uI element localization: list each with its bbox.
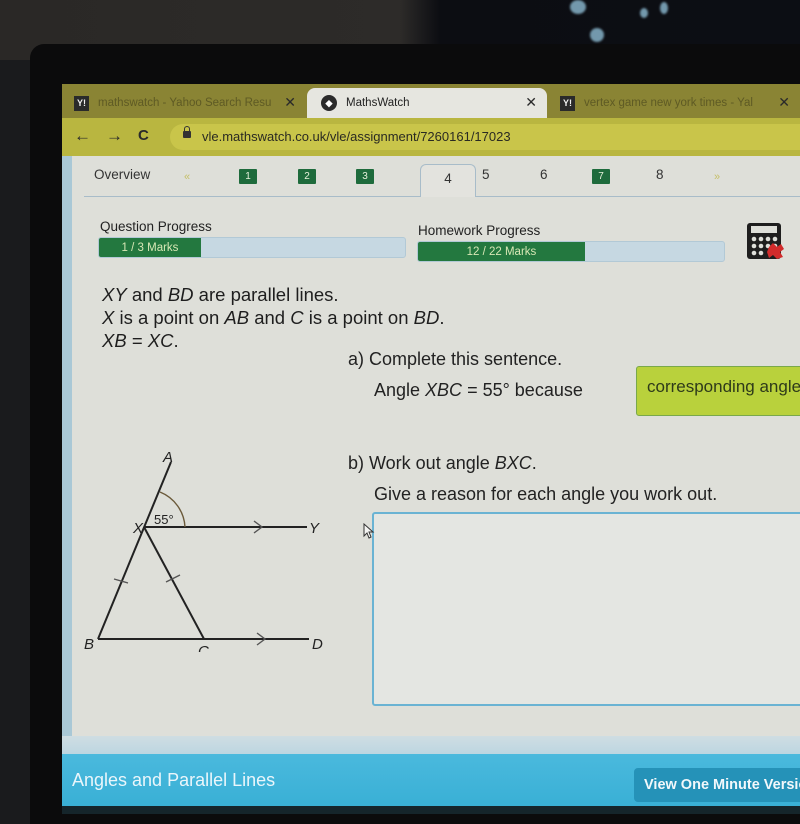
video-footer-bar: Angles and Parallel Lines View One Minut… [62, 754, 800, 814]
background-light [590, 28, 604, 42]
label-d: D [312, 636, 323, 652]
label-c: C [198, 643, 209, 652]
browser-window: Y! mathswatch - Yahoo Search Resu ✕ ◆ Ma… [62, 84, 800, 814]
back-arrow-icon[interactable]: ← [74, 126, 91, 146]
tab-title: vertex game new york times - Yal [584, 97, 753, 109]
label-b: B [84, 636, 94, 652]
address-bar[interactable]: vle.mathswatch.co.uk/vle/assignment/7260… [170, 124, 800, 150]
angle-label: 55° [154, 512, 174, 527]
question-tab-8[interactable]: 8 [656, 167, 664, 182]
browser-tab-yahoo-vertex[interactable]: Y! vertex game new york times - Yal ✕ [560, 88, 800, 118]
label-y: Y [309, 520, 320, 537]
question-line-2: X is a point on AB and C is a point on B… [102, 307, 445, 328]
background-light [660, 2, 668, 14]
part-a-answer-input[interactable]: corresponding angles [636, 366, 800, 416]
assignment-page: Overview « 1 2 3 4 5 6 7 8 » Question Pr… [62, 156, 800, 814]
address-bar-row: ← → C vle.mathswatch.co.uk/vle/assignmen… [62, 118, 800, 156]
url-text[interactable]: vle.mathswatch.co.uk/vle/assignment/7260… [202, 129, 511, 144]
question-tab-6[interactable]: 6 [540, 167, 548, 182]
background-light [640, 8, 648, 18]
part-a-heading: a) Complete this sentence. [348, 349, 563, 369]
question-progress-bar: 1 / 3 Marks [98, 237, 406, 258]
mouse-cursor-icon [363, 523, 375, 539]
mathswatch-favicon-icon: ◆ [321, 95, 337, 111]
part-b-instruction: Give a reason for each angle you work ou… [374, 484, 718, 504]
topic-title: Angles and Parallel Lines [72, 770, 276, 790]
question-navigation: Overview « 1 2 3 4 5 6 7 8 » [84, 156, 800, 197]
question-tab-2[interactable]: 2 [298, 169, 316, 184]
question-tab-3[interactable]: 3 [356, 169, 374, 184]
homework-progress-label: Homework Progress [418, 223, 541, 238]
homework-progress-fill: 12 / 22 Marks [418, 242, 585, 261]
label-x: X [132, 520, 144, 537]
question-text: XY and BD are parallel lines. X is a poi… [102, 283, 445, 352]
geometry-diagram: A X Y B C D 55° [84, 449, 323, 652]
reload-icon[interactable]: C [138, 127, 149, 144]
background-light [570, 0, 586, 14]
question-progress-label: Question Progress [100, 219, 212, 234]
line-ab [97, 461, 172, 640]
label-a: A [162, 449, 173, 466]
question-tab-1[interactable]: 1 [239, 169, 257, 184]
tab-title: mathswatch - Yahoo Search Resu [98, 97, 272, 109]
question-tab-7[interactable]: 7 [592, 169, 610, 184]
question-tab-5[interactable]: 5 [482, 167, 490, 182]
footer-divider [62, 736, 800, 754]
calculator-icon[interactable] [745, 221, 785, 261]
overview-tab[interactable]: Overview [94, 167, 150, 182]
tab-strip: Y! mathswatch - Yahoo Search Resu ✕ ◆ Ma… [62, 84, 800, 118]
yahoo-favicon-icon: Y! [560, 95, 575, 111]
close-tab-icon[interactable]: ✕ [525, 94, 537, 111]
browser-tab-yahoo-search[interactable]: Y! mathswatch - Yahoo Search Resu ✕ [74, 88, 306, 118]
tab-title: MathsWatch [346, 97, 410, 109]
next-questions-icon[interactable]: » [714, 171, 720, 183]
left-stripe [62, 156, 72, 814]
lock-icon [183, 126, 191, 138]
part-a-sentence: Angle XBC = 55° because [374, 380, 583, 400]
homework-progress-bar: 12 / 22 Marks [417, 241, 725, 262]
part-b-answer-textarea[interactable] [372, 512, 800, 706]
line-xc [143, 526, 205, 640]
view-one-minute-version-button[interactable]: View One Minute Version [634, 768, 800, 802]
forward-arrow-icon[interactable]: → [106, 126, 123, 146]
question-progress-fill: 1 / 3 Marks [99, 238, 201, 257]
footer-edge [62, 806, 800, 814]
close-tab-icon[interactable]: ✕ [778, 94, 790, 111]
part-b-heading: b) Work out angle BXC. [348, 453, 537, 473]
question-tab-4[interactable]: 4 [420, 164, 476, 197]
close-tab-icon[interactable]: ✕ [284, 94, 296, 111]
question-line-1: XY and BD are parallel lines. [102, 284, 339, 305]
previous-questions-icon[interactable]: « [184, 171, 190, 183]
yahoo-favicon-icon: Y! [74, 95, 89, 111]
browser-tab-mathswatch[interactable]: ◆ MathsWatch ✕ [307, 88, 547, 118]
